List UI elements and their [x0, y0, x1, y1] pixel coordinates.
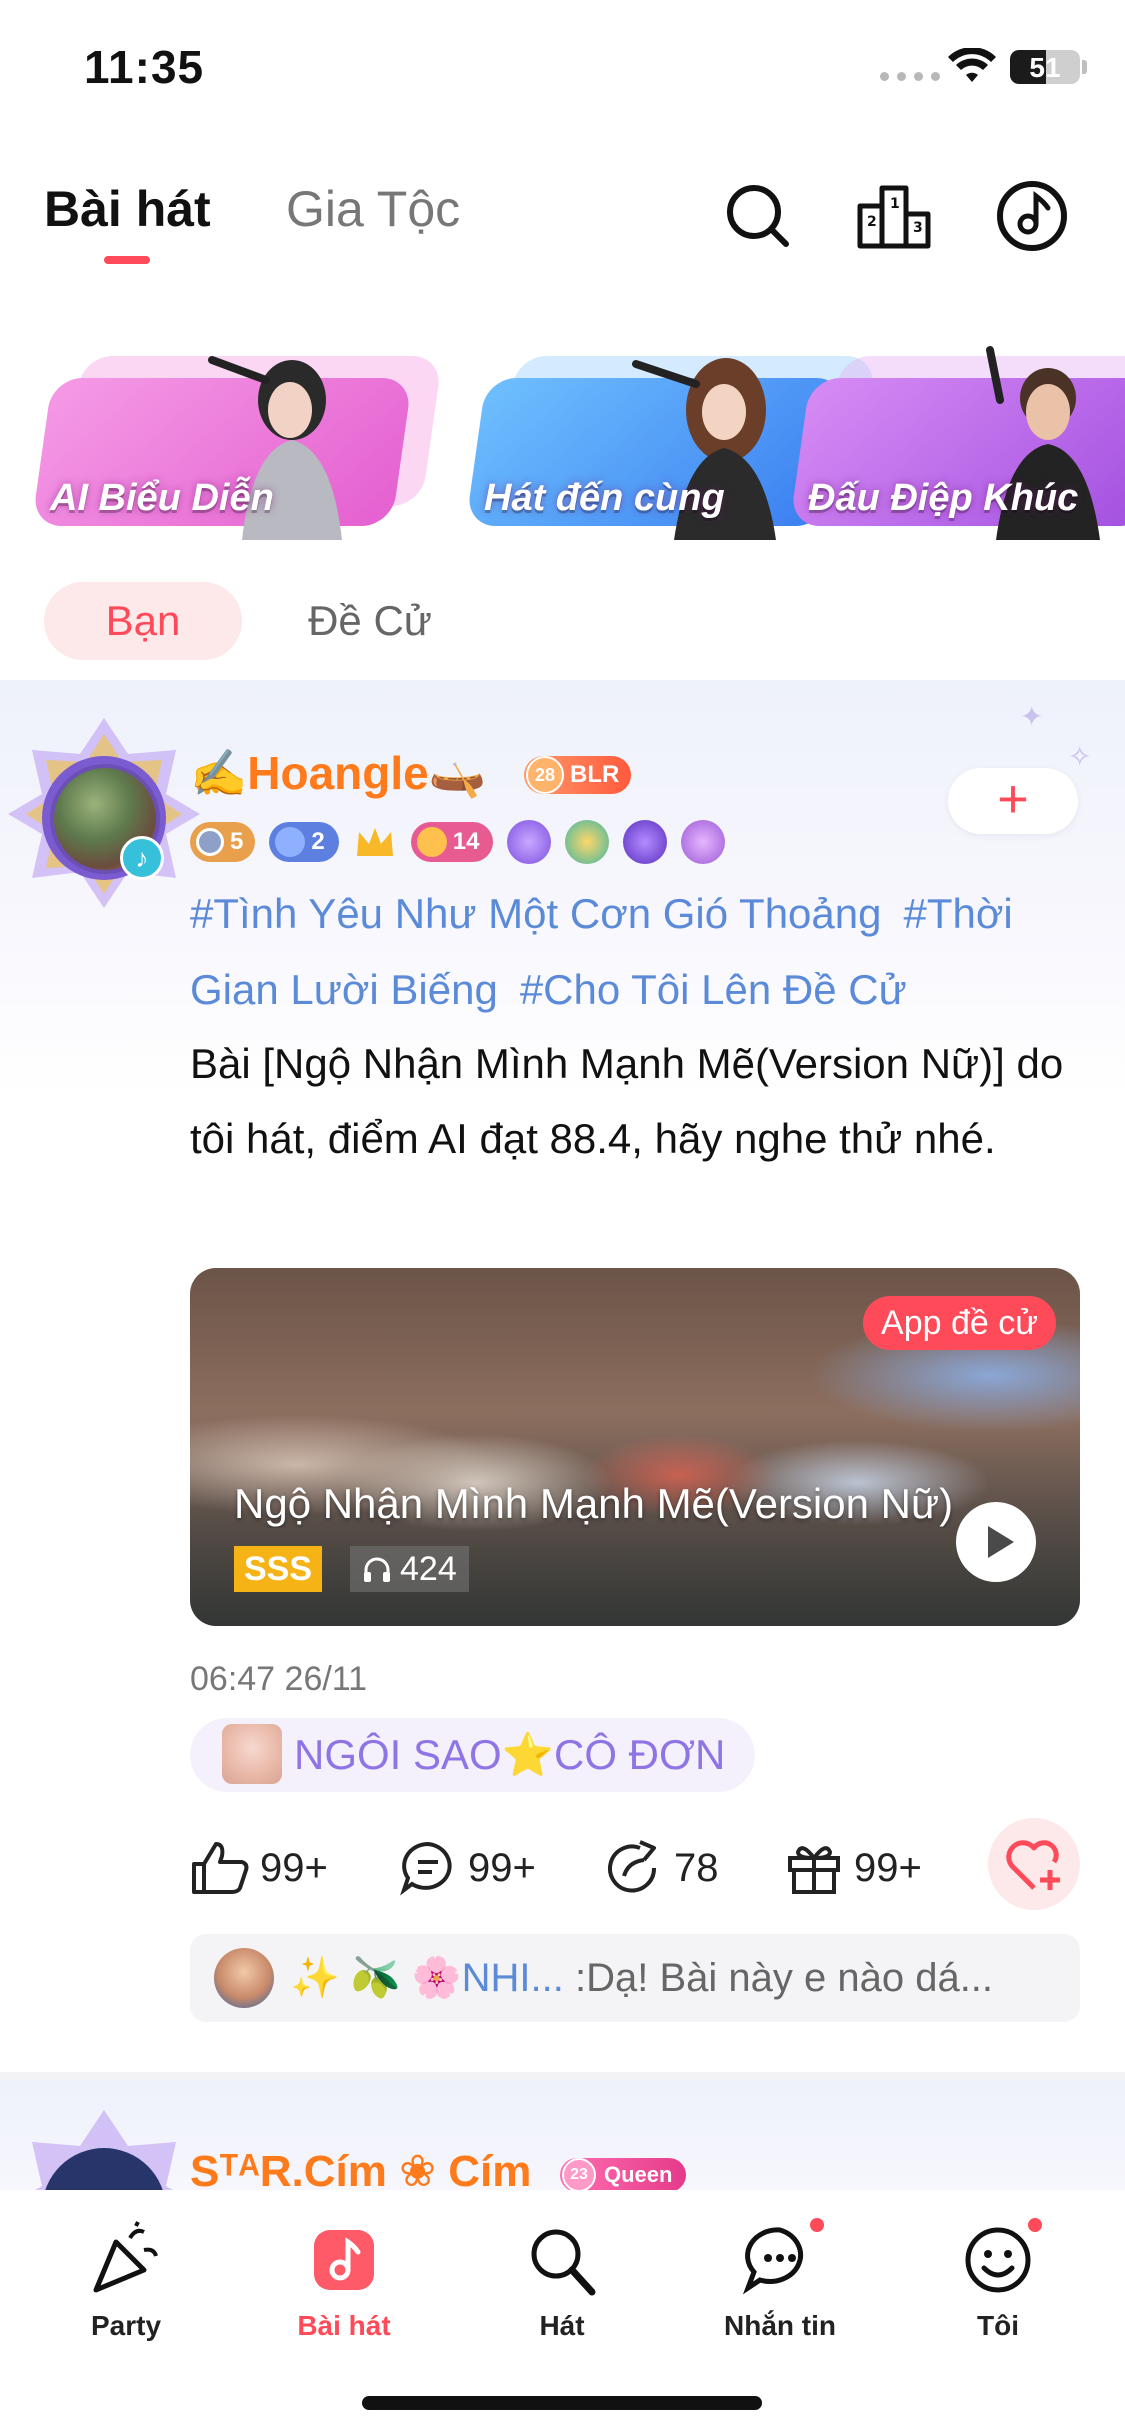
- recommended-badge: App đề cử: [863, 1296, 1056, 1350]
- wifi-icon: [948, 48, 996, 82]
- video-thumbnail[interactable]: App đề cử Ngộ Nhận Mình Mạnh Mẽ(Version …: [190, 1268, 1080, 1626]
- notification-dot: [808, 2216, 826, 2234]
- filter-recommended[interactable]: Đề Cử: [280, 582, 460, 660]
- sparkle-icon: ✦: [1020, 701, 1044, 732]
- hashtags: #Tình Yêu Như Một Cơn Gió Thoảng #Thời Gi…: [190, 876, 1090, 1028]
- nav-sing[interactable]: Hát: [472, 2210, 652, 2360]
- cellular-signal-icon: [880, 72, 940, 81]
- like-button[interactable]: 99+: [190, 1838, 328, 1898]
- gift-icon: [788, 1846, 840, 1894]
- banner-sing-to-end[interactable]: Hát đến cùng: [465, 340, 877, 540]
- status-bar: 11:35 51: [0, 0, 1125, 140]
- filter-friends[interactable]: Bạn: [44, 582, 242, 660]
- banner-label: Đấu Điệp Khúc: [808, 477, 1079, 519]
- banner-label: Hát đến cùng: [484, 477, 725, 519]
- nav-me[interactable]: Tôi: [908, 2210, 1088, 2360]
- active-tab-indicator: [104, 256, 150, 264]
- level-badge: 28 BLR: [524, 756, 632, 794]
- avatar[interactable]: [6, 2106, 202, 2190]
- crown-icon: [356, 828, 393, 856]
- gift-button[interactable]: 99+: [784, 1838, 922, 1898]
- nav-messages[interactable]: Nhắn tin: [690, 2210, 870, 2360]
- tab-songs[interactable]: Bài hát: [44, 180, 211, 238]
- level-badge: 23 Queen: [560, 2158, 687, 2190]
- battery-icon: 51: [1010, 50, 1080, 84]
- search-icon[interactable]: [716, 174, 800, 258]
- medal-icon: [565, 820, 610, 864]
- banner-label: AI Biểu Diễn: [50, 477, 274, 519]
- badge-wealth: 5: [190, 822, 256, 862]
- music-note-icon: ♪: [120, 836, 164, 880]
- ranking-icon[interactable]: 2 1 3: [852, 174, 936, 258]
- commenter-name: ✨ 🫒 🌸NHI...: [290, 1956, 564, 2000]
- post-description: Bài [Ngộ Nhận Mình Mạnh Mẽ(Version Nữ)] …: [190, 1040, 1064, 1162]
- share-icon: [608, 1840, 657, 1893]
- smiley-face-icon: [965, 2227, 1031, 2293]
- status-time: 11:35: [84, 41, 205, 93]
- chat-bubble-icon: [742, 2227, 804, 2295]
- svg-text:3: 3: [913, 220, 923, 236]
- listen-count: 424: [350, 1546, 469, 1592]
- svg-text:2: 2: [867, 214, 877, 230]
- music-disc-icon[interactable]: [990, 174, 1074, 258]
- feed-post: ✦ ✧ ♪ ✍️Hoangle🛶 28 BLR + 5 2 14 #Tình Y…: [0, 680, 1125, 2080]
- comment-preview[interactable]: ✨ 🫒 🌸NHI... :Dạ! Bài này e nào dá...: [190, 1934, 1080, 2022]
- svg-text:1: 1: [890, 196, 900, 212]
- video-title: Ngộ Nhận Mình Mạnh Mẽ(Version Nữ): [234, 1480, 954, 1527]
- divider: [0, 2072, 1125, 2080]
- home-indicator[interactable]: [362, 2396, 762, 2410]
- avatar[interactable]: ♪: [6, 714, 202, 910]
- party-popper-icon: [93, 2221, 158, 2293]
- medal-icon: [507, 820, 552, 864]
- badge-charm: 14: [410, 822, 494, 862]
- tab-family[interactable]: Gia Tộc: [286, 180, 460, 238]
- microphone-icon: [531, 2229, 596, 2296]
- comment-text: :Dạ! Bài này e nào dá...: [563, 1956, 994, 2000]
- thumbs-up-icon: [192, 1842, 249, 1894]
- username[interactable]: SᵀᴬR.Cím ❀ Cím: [190, 2146, 531, 2190]
- follow-button[interactable]: +: [948, 768, 1078, 834]
- feed-post: SᵀᴬR.Cím ❀ Cím 23 Queen: [0, 2080, 1125, 2190]
- feed-filters: Bạn Đề Cử: [0, 580, 1125, 660]
- banner-chorus-battle[interactable]: Đấu Điệp Khúc: [789, 340, 1125, 540]
- sparkle-icon: ✧: [1068, 741, 1092, 772]
- comment-icon: [400, 1841, 452, 1896]
- nav-songs[interactable]: Bài hát: [254, 2210, 434, 2360]
- play-button[interactable]: [956, 1502, 1036, 1582]
- username[interactable]: ✍️Hoangle🛶: [190, 746, 486, 801]
- music-note-icon: [314, 2230, 374, 2290]
- favorite-button[interactable]: [988, 1818, 1080, 1910]
- hashtag[interactable]: #Tình Yêu Như Một Cơn Gió Thoảng: [190, 890, 881, 937]
- post-actions: 99+ 99+ 78 99+: [0, 1816, 1125, 1912]
- battery-level: 51: [1029, 52, 1061, 83]
- medal-icon: [623, 820, 668, 864]
- share-button[interactable]: 78: [604, 1838, 719, 1898]
- heart-plus-icon: [1006, 1840, 1060, 1890]
- group-chip[interactable]: NGÔI SAO⭐CÔ ĐƠN: [190, 1718, 756, 1792]
- post-timestamp: 06:47 26/11: [190, 1660, 368, 1698]
- grade-badge: SSS: [234, 1546, 323, 1592]
- badge-vip: 2: [269, 822, 339, 862]
- medal-icon: [681, 820, 726, 864]
- group-thumbnail: [222, 1724, 282, 1784]
- banner-ai-performance[interactable]: AI Biểu Diễn: [31, 340, 443, 540]
- nav-party[interactable]: Party: [36, 2210, 216, 2360]
- top-navigation: Bài hát Gia Tộc 2 1 3: [0, 160, 1125, 280]
- feature-banners: AI Biểu Diễn Hát đến cùng Đấu Điệp Khúc: [0, 320, 1125, 540]
- commenter-avatar: [214, 1948, 274, 2008]
- headphones-icon: [364, 1557, 390, 1582]
- hashtag[interactable]: #Cho Tôi Lên Đề Cử: [520, 966, 907, 1013]
- comment-button[interactable]: 99+: [398, 1838, 536, 1898]
- user-badges: 5 2 14: [190, 820, 726, 864]
- notification-dot: [1026, 2216, 1044, 2234]
